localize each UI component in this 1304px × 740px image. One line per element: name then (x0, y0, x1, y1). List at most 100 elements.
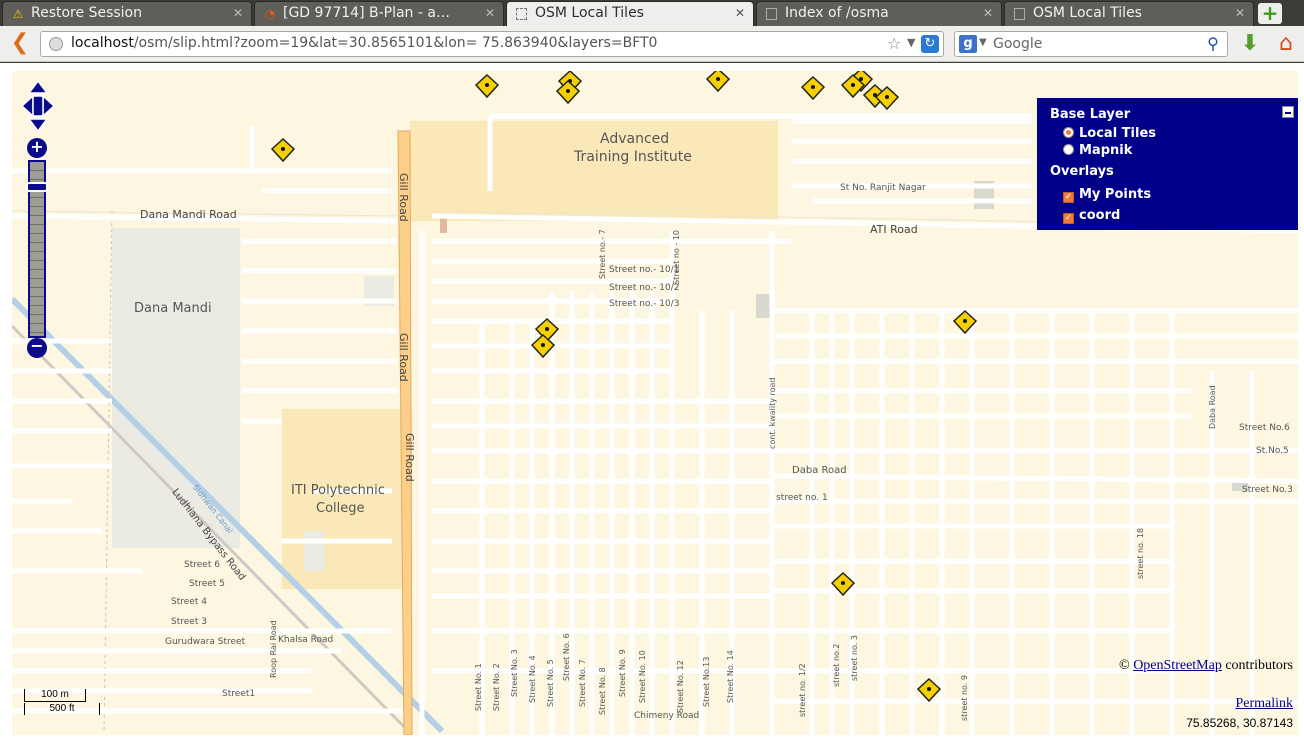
map-label: Street No.13 (702, 656, 711, 707)
map-label: St No. Ranjit Nagar (840, 183, 926, 193)
warning-icon: ⚠ (12, 7, 24, 21)
tab-osm-local-tiles-active[interactable]: OSM Local Tiles ✕ (506, 1, 754, 26)
new-tab-button[interactable]: + (1258, 3, 1282, 24)
map-label: Gill Road (403, 433, 416, 482)
search-input[interactable]: Google (993, 36, 1042, 52)
map-label: Gurudwara Street (165, 637, 246, 647)
base-layer-heading: Base Layer (1050, 107, 1131, 122)
map-label: street no. 1/2 (798, 663, 807, 717)
tab-restore-session[interactable]: ⚠ Restore Session ✕ (2, 1, 252, 26)
url-history-dropdown-icon[interactable]: ▼ (907, 36, 915, 49)
map-label: St.No.5 (1256, 446, 1289, 456)
page-icon (766, 8, 777, 20)
close-icon[interactable]: ✕ (733, 6, 747, 20)
base-layer-mapnik[interactable]: Mapnik (1063, 143, 1132, 158)
map-marker[interactable] (800, 75, 826, 101)
map-label: Street no.- 10/3 (609, 299, 680, 309)
tab-osm-local-tiles-2[interactable]: OSM Local Tiles ✕ (1004, 1, 1254, 26)
map-label: street no. 3 (850, 635, 859, 681)
search-engine-dropdown-icon[interactable]: ▼ (979, 37, 987, 48)
mouse-position: 75.85268, 30.87143 (1186, 716, 1293, 730)
map-marker[interactable] (555, 79, 581, 105)
map-label: Street 5 (189, 579, 225, 589)
tab-gd-bplan[interactable]: ◔ [GD 97714] B-Plan - amishab… ✕ (254, 1, 504, 26)
url-text[interactable]: localhost/osm/slip.html?zoom=19&lat=30.8… (71, 35, 657, 51)
map-marker[interactable] (830, 571, 856, 597)
search-icon[interactable]: ⚲ (1203, 34, 1223, 54)
scale-metric: 100 m (24, 689, 86, 702)
radio-mapnik[interactable] (1063, 144, 1074, 155)
overlay-coord[interactable]: ✓ coord (1063, 208, 1120, 224)
map-label: cont. kwality road (768, 377, 777, 449)
map-label: Street 4 (171, 597, 207, 607)
map-label: Street No. 7 (578, 659, 587, 707)
map-viewport[interactable]: Advanced Training Institute Dana Mandi R… (12, 71, 1298, 735)
pan-left-arrow[interactable] (20, 94, 34, 118)
map-label: Street no - 10 (672, 230, 681, 285)
map-marker[interactable] (530, 333, 556, 359)
navigation-bar: ❮ localhost/osm/slip.html?zoom=19&lat=30… (0, 26, 1304, 62)
checkbox-my-points[interactable]: ✓ (1063, 192, 1074, 203)
map-marker[interactable] (916, 677, 942, 703)
close-icon[interactable]: ✕ (1233, 6, 1247, 20)
page-icon (1014, 8, 1025, 20)
map-marker[interactable] (874, 85, 900, 111)
map-label: ITI Polytechnic (291, 483, 385, 498)
page-icon (516, 8, 527, 20)
permalink-link[interactable]: Permalink (1235, 696, 1293, 712)
url-host: localhost (71, 35, 134, 51)
google-icon[interactable]: g (959, 35, 977, 53)
search-bar[interactable]: g ▼ Google ⚲ (954, 31, 1228, 57)
scale-line: 100 m 500 ft (24, 689, 104, 719)
map-marker[interactable] (952, 309, 978, 335)
close-icon[interactable]: ✕ (231, 6, 245, 20)
minimize-layer-switcher-button[interactable] (1282, 106, 1294, 118)
pan-up-arrow[interactable] (27, 79, 49, 94)
pan-control (20, 79, 56, 133)
map-label: Street 3 (171, 617, 207, 627)
map-label: Advanced (600, 131, 670, 147)
map-label: Street No. 6 (562, 633, 571, 681)
map-marker[interactable] (474, 73, 500, 99)
site-identity-icon[interactable] (49, 37, 63, 51)
reload-button[interactable]: ↻ (921, 35, 939, 53)
map-marker[interactable] (270, 137, 296, 163)
url-bar[interactable]: localhost/osm/slip.html?zoom=19&lat=30.8… (40, 31, 944, 57)
radio-local-tiles[interactable] (1063, 127, 1074, 138)
overlay-my-points[interactable]: ✓ My Points (1063, 187, 1151, 203)
url-path: /osm/slip.html?zoom=19&lat=30.8565101&lo… (133, 35, 658, 51)
openstreetmap-link[interactable]: OpenStreetMap (1133, 658, 1222, 673)
map-label: Street 6 (184, 560, 220, 570)
tab-label: OSM Local Tiles (1033, 5, 1142, 21)
checkbox-coord[interactable]: ✓ (1063, 213, 1074, 224)
map-label: Street no.- 10/1 (609, 265, 680, 275)
openerp-icon: ◔ (264, 7, 276, 21)
map-marker[interactable] (705, 71, 731, 93)
zoom-out-button[interactable]: − (27, 338, 47, 358)
close-icon[interactable]: ✕ (981, 6, 995, 20)
home-icon[interactable]: ⌂ (1272, 31, 1300, 57)
map-label: Street No. 10 (638, 650, 647, 703)
scale-imperial: 500 ft (24, 703, 100, 715)
tab-label: OSM Local Tiles (535, 5, 644, 21)
close-icon[interactable]: ✕ (483, 6, 497, 20)
map-label: Street1 (222, 689, 256, 699)
download-icon[interactable]: ⬇ (1238, 31, 1262, 57)
back-button[interactable]: ❮ (8, 32, 32, 56)
pan-right-arrow[interactable] (42, 94, 56, 118)
iti-campus-area (282, 409, 412, 589)
overlay-label: coord (1079, 208, 1121, 223)
map-label: Chimeny Road (634, 711, 700, 721)
tab-index-of-osma[interactable]: Index of /osma ✕ (756, 1, 1002, 26)
map-label: Khalsa Road (278, 635, 334, 645)
map-label: Street No. 5 (546, 659, 555, 707)
tab-label: [GD 97714] B-Plan - amishab… (283, 5, 463, 21)
pan-down-arrow[interactable] (27, 118, 49, 133)
layer-switcher: Base Layer Local Tiles Mapnik Overlays ✓… (1037, 98, 1298, 230)
zoom-in-button[interactable]: + (27, 138, 47, 158)
base-layer-local-tiles[interactable]: Local Tiles (1063, 126, 1156, 141)
bookmark-star-icon[interactable]: ☆ (887, 34, 901, 53)
zoom-slider-handle[interactable] (26, 182, 48, 192)
tab-strip: ⚠ Restore Session ✕ ◔ [GD 97714] B-Plan … (0, 0, 1304, 26)
tab-label: Restore Session (31, 5, 142, 21)
